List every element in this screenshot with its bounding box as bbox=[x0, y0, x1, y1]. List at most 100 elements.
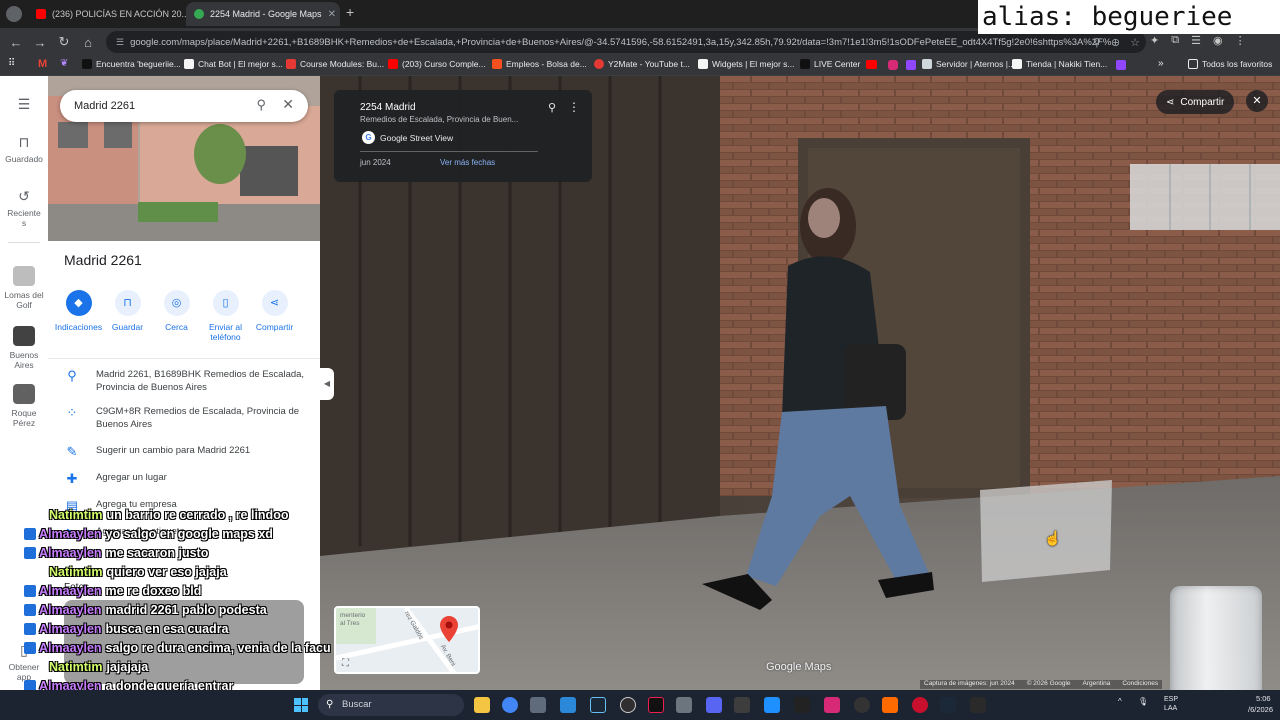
menu-icon[interactable]: ⋮ bbox=[1235, 34, 1246, 47]
send-to-phone-button[interactable]: ▯ Enviar al teléfono bbox=[201, 290, 250, 342]
recent-place-roque-perez[interactable]: Roque Pérez bbox=[0, 384, 48, 428]
bookmark-item[interactable]: Widgets | El mejor s... bbox=[698, 59, 795, 69]
bookmark-item[interactable]: Tienda | Nakiki Tien... bbox=[1012, 59, 1107, 69]
saved-button[interactable]: ⊓ Guardado bbox=[0, 134, 48, 164]
app-icon[interactable] bbox=[560, 697, 576, 713]
menu-button[interactable]: ☰ bbox=[0, 96, 48, 116]
clock-time[interactable]: 5:06 bbox=[1256, 694, 1271, 703]
gmail-icon[interactable]: M bbox=[38, 58, 47, 70]
bookmark-item[interactable]: Y2Mate - YouTube t... bbox=[594, 59, 690, 69]
steam-icon[interactable] bbox=[590, 697, 606, 713]
taskbar-search[interactable]: ⚲ Buscar bbox=[318, 694, 464, 716]
recents-button[interactable]: ↺ Reciente s bbox=[0, 188, 48, 228]
reload-icon[interactable]: ↻ bbox=[52, 34, 76, 50]
search-icon[interactable]: ⚲ bbox=[256, 97, 266, 113]
app-icon[interactable] bbox=[882, 697, 898, 713]
app-icon[interactable] bbox=[854, 697, 870, 713]
epic-icon[interactable] bbox=[970, 697, 986, 713]
nearby-button[interactable]: ◎ Cerca bbox=[152, 290, 201, 342]
puzzle-icon[interactable]: ⧉ bbox=[1171, 34, 1179, 47]
bookmark-icon-feather[interactable]: ❦ bbox=[60, 58, 68, 69]
obs-icon[interactable] bbox=[620, 697, 636, 713]
start-icon[interactable] bbox=[294, 698, 308, 712]
address-bar[interactable]: ☰ google.com/maps/place/Madrid+2261,+B16… bbox=[106, 31, 1146, 53]
reading-list-icon[interactable]: ☰ bbox=[1191, 34, 1201, 47]
more-options-icon[interactable]: ⋮ bbox=[568, 100, 580, 114]
discord-icon[interactable] bbox=[706, 697, 722, 713]
app-icon[interactable] bbox=[676, 697, 692, 713]
extension-icon[interactable]: ✦ bbox=[1150, 34, 1159, 47]
share-button[interactable]: ⋖ Compartir bbox=[250, 290, 299, 342]
more-dates-link[interactable]: Ver más fechas bbox=[440, 158, 495, 167]
site-info-icon[interactable]: ☰ bbox=[116, 37, 124, 48]
all-bookmarks[interactable]: Todos los favoritos bbox=[1188, 59, 1272, 69]
chat-username[interactable]: Almaaylen bbox=[39, 622, 102, 636]
minimap[interactable]: menterio al Tres Av. Beni rez Galdós ⛶ bbox=[334, 606, 480, 674]
chat-username[interactable]: Almaaylen bbox=[39, 603, 102, 617]
back-icon[interactable]: ← bbox=[4, 35, 28, 50]
profile-icon[interactable] bbox=[6, 6, 22, 22]
store-icon[interactable] bbox=[530, 697, 546, 713]
chat-username[interactable]: Almaaylen bbox=[39, 527, 102, 541]
chevron-up-icon[interactable]: ^ bbox=[1118, 697, 1122, 706]
close-tab-icon[interactable]: ✕ bbox=[322, 9, 336, 20]
location-icon[interactable]: ⚲ bbox=[1093, 36, 1101, 49]
bookmark-item[interactable]: LIVE Center bbox=[800, 59, 860, 69]
bookmark-item[interactable]: Servidor | Aternos |... bbox=[922, 59, 1015, 69]
home-icon[interactable]: ⌂ bbox=[76, 35, 100, 50]
chat-username[interactable]: Almaaylen bbox=[39, 584, 102, 598]
bookmark-item[interactable]: (203) Curso Comple... bbox=[388, 59, 486, 69]
avatar[interactable]: ◉ bbox=[1213, 34, 1223, 47]
plus-code-row[interactable]: ⁘ C9GM+8R Remedios de Escalada, Provincia… bbox=[48, 405, 320, 431]
suggest-edit-row[interactable]: ✎ Sugerir un cambio para Madrid 2261 bbox=[48, 444, 320, 460]
instagram-icon[interactable] bbox=[888, 60, 898, 70]
tab-youtube[interactable]: (236) POLICÍAS EN ACCIÓN 20... ✕ bbox=[28, 2, 186, 26]
search-bar[interactable]: Madrid 2261 ⚲ ✕ bbox=[60, 90, 308, 122]
app-icon[interactable] bbox=[912, 697, 928, 713]
chrome-icon[interactable] bbox=[502, 697, 518, 713]
star-icon[interactable]: ☆ bbox=[1130, 36, 1140, 49]
tab-google-maps[interactable]: 2254 Madrid - Google Maps ✕ bbox=[186, 2, 340, 26]
place-photo[interactable]: Madrid 2261 ⚲ ✕ bbox=[48, 76, 320, 241]
bookmark-item[interactable]: Empleos - Bolsa de... bbox=[492, 59, 587, 69]
close-icon[interactable]: ✕ bbox=[282, 96, 294, 113]
system-tray[interactable]: ^ 🎙 bbox=[1118, 697, 1148, 706]
share-street-view-button[interactable]: ⋖ Compartir bbox=[1156, 90, 1235, 114]
file-explorer-icon[interactable] bbox=[474, 697, 490, 713]
address-row[interactable]: ⚲ Madrid 2261, B1689BHK Remedios de Escal… bbox=[48, 368, 320, 394]
bookmark-item[interactable]: Course Modules: Bu... bbox=[286, 59, 384, 69]
collapse-panel-button[interactable]: ◀ bbox=[320, 368, 334, 400]
microphone-icon[interactable]: 🎙 bbox=[1138, 697, 1148, 706]
bookmark-item[interactable]: Encuentra 'begueriie... bbox=[82, 59, 181, 69]
chat-username[interactable]: Natimtim bbox=[49, 508, 102, 522]
capcut-icon[interactable] bbox=[794, 697, 810, 713]
new-tab-button[interactable]: + bbox=[346, 4, 354, 20]
twitch-icon[interactable] bbox=[1116, 60, 1126, 70]
recent-place-lomas[interactable]: Lomas del Golf bbox=[0, 266, 48, 310]
app-icon[interactable] bbox=[764, 697, 780, 713]
install-icon[interactable]: ⊕ bbox=[1111, 36, 1120, 49]
clock-date[interactable]: /6/2026 bbox=[1248, 705, 1273, 714]
expand-icon[interactable]: ⛶ bbox=[342, 658, 349, 669]
directions-button[interactable]: ◆ Indicaciones bbox=[54, 290, 103, 342]
instagram-icon[interactable] bbox=[824, 697, 840, 713]
steam-icon[interactable] bbox=[940, 697, 956, 713]
search-input[interactable]: Madrid 2261 bbox=[74, 100, 135, 112]
youtube-icon[interactable] bbox=[866, 60, 877, 69]
chat-username[interactable]: Almaaylen bbox=[39, 641, 102, 655]
apps-icon[interactable]: ⠿ bbox=[8, 58, 15, 69]
chat-username[interactable]: Natimtim bbox=[49, 565, 102, 579]
location-pin-icon[interactable]: ⚲ bbox=[548, 101, 556, 114]
forward-icon[interactable]: → bbox=[28, 35, 52, 50]
input-language[interactable]: ESP LAA bbox=[1164, 695, 1184, 713]
chevron-right-icon[interactable]: » bbox=[1158, 58, 1164, 69]
recent-place-buenos-aires[interactable]: Buenos Aires bbox=[0, 326, 48, 370]
app-icon[interactable] bbox=[734, 697, 750, 713]
save-button[interactable]: ⊓ Guardar bbox=[103, 290, 152, 342]
twitch-icon[interactable] bbox=[906, 60, 916, 70]
bookmark-item[interactable]: Chat Bot | El mejor s... bbox=[184, 59, 283, 69]
close-street-view-button[interactable]: ✕ bbox=[1246, 90, 1268, 112]
tiktok-icon[interactable] bbox=[648, 697, 664, 713]
chat-username[interactable]: Natimtim bbox=[49, 660, 102, 674]
add-place-row[interactable]: ✚ Agregar un lugar bbox=[48, 471, 320, 487]
